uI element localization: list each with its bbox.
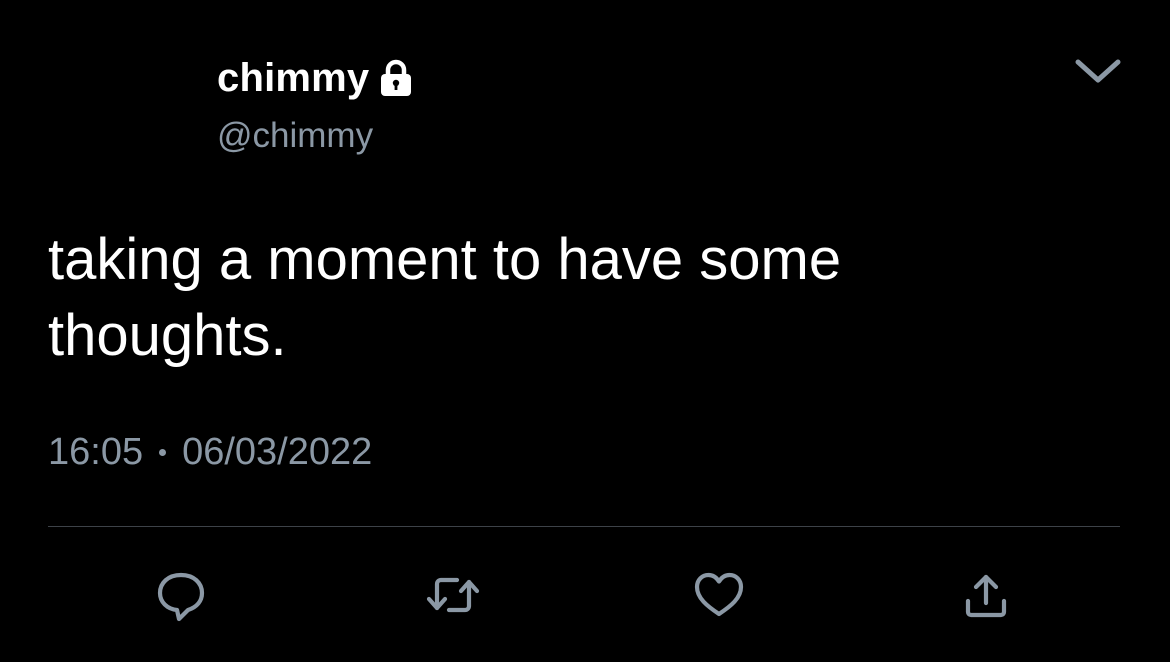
- share-icon: [959, 568, 1013, 622]
- tweet-card: chimmy @chimmy taking a moment to have s…: [0, 0, 1170, 662]
- tweet-time[interactable]: 16:05: [48, 428, 143, 476]
- reply-button[interactable]: [146, 560, 216, 630]
- retweet-icon: [423, 568, 483, 622]
- tweet-text: taking a moment to have some thoughts.: [48, 227, 842, 368]
- tweet-date[interactable]: 06/03/2022: [182, 428, 372, 476]
- tweet-timestamp[interactable]: 16:05 06/03/2022: [48, 428, 372, 476]
- separator-dot: [159, 448, 167, 456]
- reply-icon: [154, 568, 208, 622]
- author-name-row[interactable]: chimmy: [217, 54, 415, 102]
- chevron-down-icon[interactable]: [1072, 50, 1124, 90]
- action-bar: [0, 560, 1170, 630]
- heart-icon: [690, 568, 748, 622]
- avatar[interactable]: [48, 55, 198, 165]
- display-name[interactable]: chimmy: [217, 54, 369, 102]
- lock-icon: [377, 58, 415, 98]
- divider: [48, 526, 1120, 527]
- like-button[interactable]: [684, 560, 754, 630]
- author-handle[interactable]: @chimmy: [217, 114, 373, 158]
- share-button[interactable]: [951, 560, 1021, 630]
- retweet-button[interactable]: [418, 560, 488, 630]
